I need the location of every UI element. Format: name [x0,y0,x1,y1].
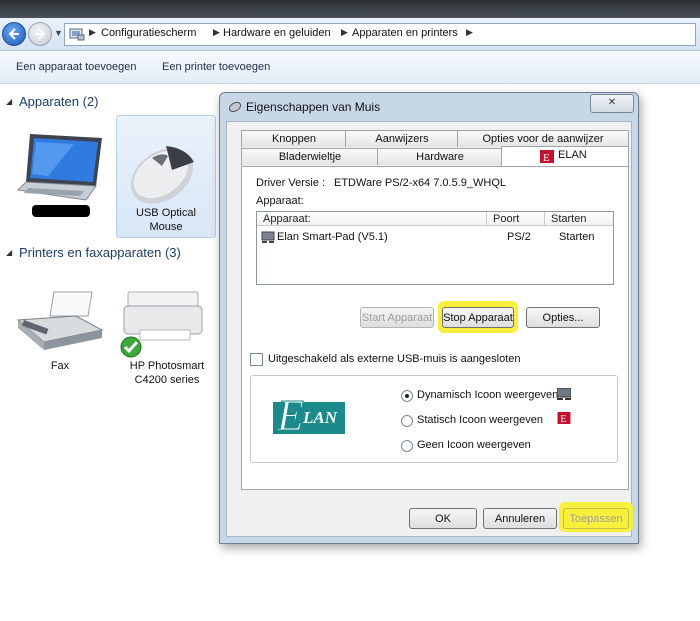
row-start: Starten [559,231,595,243]
tab-elan-label: ELAN [558,149,587,161]
elan-panel: Driver Versie : ETDWare PS/2-x64 7.0.5.9… [241,166,629,490]
column-starten[interactable]: Starten [545,212,613,226]
navigation-bar: ▼ ▶ Configuratiescherm ▶ Hardware en gel… [0,18,700,51]
row-device: Elan Smart-Pad (V5.1) [277,231,388,243]
breadcrumb-separator-icon[interactable]: ▶ [466,27,473,38]
options-button[interactable]: Opties... [526,307,600,328]
radio-dynamic-label: Dynamisch Icoon weergeven [417,389,559,401]
svg-text:E: E [543,152,550,163]
title-strip [0,0,700,18]
monitor-icon [557,388,571,400]
forward-button[interactable] [28,22,52,46]
column-apparaat[interactable]: Apparaat: [257,212,487,226]
breadcrumb-hardware-sound[interactable]: Hardware en geluiden [223,27,331,39]
driver-version-value: ETDWare PS/2-x64 7.0.5.9_WHQL [334,177,506,189]
laptop-icon[interactable] [14,128,106,206]
breadcrumb-control-panel[interactable]: Configuratiescherm [101,27,196,39]
usb-disable-label: Uitgeschakeld als externe USB-muis is aa… [268,353,521,365]
apply-button[interactable]: Toepassen [563,508,629,529]
radio-static-icon[interactable] [401,415,413,427]
device-list-label: Apparaat: [256,195,304,207]
redacted-label [32,205,90,217]
start-device-button[interactable]: Start Apparaat [360,307,434,328]
recent-pages-dropdown[interactable]: ▼ [54,28,63,38]
collapse-printers-icon[interactable]: ◢ [6,248,12,257]
elan-icon: E [540,150,554,163]
printers-header[interactable]: Printers en faxapparaten (3) [19,245,181,260]
row-port: PS/2 [507,231,531,243]
table-row[interactable]: Elan Smart-Pad (V5.1) PS/2 Starten [257,230,613,246]
mouse-properties-dialog: Eigenschappen van Muis ✕ Knoppen Aanwijz… [219,92,639,544]
cancel-button[interactable]: Annuleren [483,508,557,529]
breadcrumb-separator-icon[interactable]: ▶ [341,27,348,38]
dialog-body: Knoppen Aanwijzers Opties voor de aanwij… [226,121,633,537]
svg-text:E: E [560,414,566,424]
tab-hardware[interactable]: Hardware [377,148,503,165]
elan-logo-letter: E [277,391,305,441]
hp-label-line2: C4200 series [134,374,200,386]
mouse-label-line2: Mouse [149,221,183,233]
tab-elan[interactable]: E ELAN [501,146,629,166]
device-list[interactable]: Apparaat: Poort Starten Elan Smart-Pad (… [256,211,614,285]
column-poort[interactable]: Poort [487,212,545,226]
ok-button[interactable]: OK [409,508,477,529]
elan-logo-text: LAN [303,408,337,427]
radio-no-icon[interactable] [401,440,413,452]
radio-dynamic-icon[interactable] [401,390,413,402]
breadcrumb-separator-icon[interactable]: ▶ [213,27,220,38]
mouse-label-line1: USB Optical [136,207,196,219]
elan-icon: E [557,412,571,424]
add-device-button[interactable]: Een apparaat toevoegen [16,61,137,73]
breadcrumb-devices-printers[interactable]: Apparaten en printers [352,27,458,39]
add-printer-button[interactable]: Een printer toevoegen [162,61,270,73]
back-arrow-icon [8,28,19,40]
tab-opties-aanwijzer[interactable]: Opties voor de aanwijzer [457,130,629,147]
tab-knoppen[interactable]: Knoppen [241,130,347,147]
forward-arrow-icon [35,28,46,40]
back-button[interactable] [2,22,26,46]
mouse-icon[interactable] [122,136,204,206]
tab-aanwijzers[interactable]: Aanwijzers [345,130,459,147]
stop-device-button[interactable]: Stop Apparaat [442,307,514,328]
elan-logo: E LAN [273,391,345,442]
icon-options-group: E LAN Dynamisch Icoon weergeven Statisch… [250,375,618,463]
dialog-title: Eigenschappen van Muis [246,100,381,114]
usb-disable-checkbox[interactable] [250,353,263,366]
fax-icon[interactable] [14,290,106,354]
breadcrumb-separator-icon[interactable]: ▶ [89,27,96,38]
radio-static-label: Statisch Icoon weergeven [417,414,543,426]
mouse-small-icon [228,101,242,113]
hp-label-line1: HP Photosmart [129,360,205,372]
fax-label: Fax [50,360,70,372]
checkmark-icon [120,336,142,358]
touchpad-icon [261,231,275,243]
command-bar: Een apparaat toevoegen Een printer toevo… [0,51,700,84]
radio-no-label: Geen Icoon weergeven [417,439,531,451]
close-icon: ✕ [607,97,617,108]
control-panel-icon [69,28,85,41]
driver-version-label: Driver Versie : [256,177,326,189]
close-button[interactable]: ✕ [590,94,634,113]
collapse-devices-icon[interactable]: ◢ [6,97,12,106]
address-bar[interactable]: ▶ Configuratiescherm ▶ Hardware en gelui… [64,23,696,46]
tab-bladerwieltje[interactable]: Bladerwieltje [241,148,379,165]
devices-header[interactable]: Apparaten (2) [19,94,99,109]
